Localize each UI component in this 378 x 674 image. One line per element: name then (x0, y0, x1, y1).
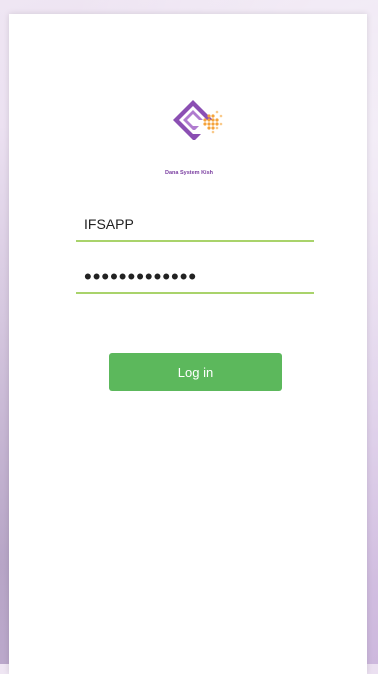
username-field (76, 210, 314, 242)
login-button[interactable]: Log in (109, 353, 282, 391)
username-input[interactable] (76, 210, 314, 238)
password-field (76, 264, 314, 294)
password-input[interactable] (76, 264, 314, 290)
login-card: Dana System Kish Log in (9, 14, 367, 674)
brand-name: Dana System Kish (165, 170, 213, 176)
diamond-logo-icon (159, 94, 239, 158)
brand-logo: Dana System Kish (159, 94, 239, 184)
